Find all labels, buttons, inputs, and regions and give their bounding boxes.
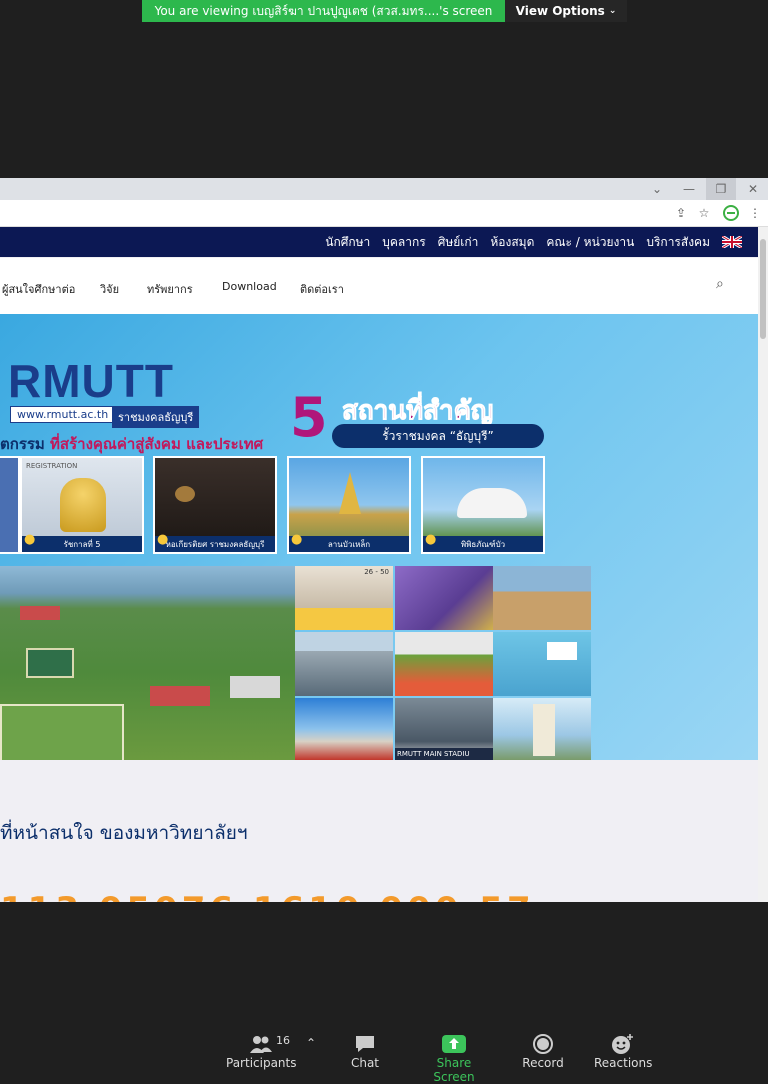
reactions-icon — [612, 1034, 633, 1054]
participants-icon — [250, 1036, 272, 1053]
tagline-highlight: ที่สร้างคุณค่าสู่สังคม และประเทศ — [50, 435, 264, 453]
emblem-image — [175, 486, 195, 502]
tile-caption: พิพิธภัณฑ์บัว — [423, 536, 543, 552]
view-options-button[interactable]: View Options ⌄ — [505, 0, 627, 22]
pool-area — [26, 648, 74, 678]
top-link-library[interactable]: ห้องสมุด — [490, 233, 534, 252]
participants-count: 16 — [276, 1034, 290, 1047]
chevron-up-icon[interactable]: ⌃ — [300, 1036, 322, 1050]
collage-photo-students: 26 - 50 — [295, 566, 393, 630]
aerial-campus-photo — [0, 566, 295, 760]
stadium-label: RMUTT MAIN STADIU — [395, 748, 493, 760]
pagoda-image — [339, 472, 361, 514]
participants-label: Participants — [226, 1056, 297, 1070]
building-roof — [20, 606, 60, 620]
collage-photo-garden — [395, 632, 493, 696]
scrollbar-thumb[interactable] — [760, 239, 766, 339]
site-top-nav: นักศึกษา บุคลากร ศิษย์เก่า ห้องสมุด คณะ … — [0, 227, 758, 257]
chat-button[interactable]: Chat — [345, 1032, 385, 1070]
nav-download[interactable]: Download — [222, 280, 277, 293]
museum-image — [457, 488, 527, 518]
top-link-services[interactable]: บริการสังคม — [646, 233, 710, 252]
hero-banner: RMUTT www.rmutt.ac.th ราชมงคลธัญบุรี ตกร… — [0, 314, 758, 760]
place-tile-king-rama5[interactable]: REGISTRATION รัชกาลที่ 5 — [20, 456, 144, 554]
top-link-alumni[interactable]: ศิษย์เก่า — [438, 233, 479, 252]
record-button[interactable]: Record — [520, 1032, 566, 1070]
section-heading: ที่หน้าสนใจ ของมหาวิทยาลัยฯ — [0, 822, 248, 844]
site-url-text: www.rmutt.ac.th — [10, 406, 116, 423]
collage-number-text: 26 - 50 — [364, 568, 389, 576]
chevron-down-icon: ⌄ — [608, 6, 617, 16]
view-options-label: View Options — [515, 4, 605, 18]
record-icon — [533, 1034, 553, 1054]
nav-contact[interactable]: ติดต่อเรา — [300, 280, 344, 298]
reactions-button[interactable]: Reactions — [594, 1032, 652, 1070]
collage-photo-building — [295, 632, 393, 696]
browser-title-bar: ⌄ — ❐ ✕ — [0, 178, 768, 200]
tile-registration-text: REGISTRATION — [26, 462, 78, 470]
chat-icon — [356, 1036, 374, 1052]
orange-stats-text: 113 05076 1610 000.57 — [0, 890, 535, 902]
collage-photo-classroom — [493, 566, 591, 630]
sports-field — [0, 704, 124, 760]
whiteboard — [547, 642, 577, 660]
collage-photo-tower — [493, 698, 591, 760]
site-main-nav: ผู้สนใจศึกษาต่อ วิจัย ทรัพยากร Download … — [0, 258, 758, 314]
building-block — [230, 676, 280, 698]
search-icon[interactable]: ⌕ — [716, 276, 724, 292]
page-scrollbar[interactable] — [758, 227, 768, 902]
close-icon[interactable]: ✕ — [738, 178, 768, 200]
place-tile-lotus-museum[interactable]: พิพิธภัณฑ์บัว — [421, 456, 545, 554]
share-screen-label: Share Screen — [433, 1056, 475, 1084]
top-link-students[interactable]: นักศึกษา — [325, 233, 370, 252]
collage-photo-stadium: RMUTT MAIN STADIU — [395, 698, 493, 760]
nav-resources[interactable]: ทรัพยากร — [147, 280, 193, 298]
extension-icon[interactable] — [722, 204, 740, 222]
screen-share-banner: You are viewing เบญสิร์ฆา ปานปูญูเตช (สว… — [142, 0, 505, 22]
collage-photo-lab — [493, 632, 591, 696]
english-flag-icon[interactable] — [722, 236, 742, 248]
nav-research[interactable]: วิจัย — [100, 280, 119, 298]
record-label: Record — [522, 1056, 564, 1070]
collage-photo-gate — [295, 698, 393, 760]
tile-caption: รัชกาลที่ 5 — [22, 536, 142, 552]
participants-button[interactable]: 16 Participants — [226, 1032, 297, 1070]
tile-caption: หอเกียรติยศ ราชมงคลธัญบุรี — [155, 536, 275, 552]
nav-prospective-students[interactable]: ผู้สนใจศึกษาต่อ — [2, 280, 75, 298]
top-link-faculties[interactable]: คณะ / หน่วยงาน — [546, 233, 634, 252]
location-pin-icon: ● — [425, 532, 437, 547]
rmutt-logo-text: RMUTT — [8, 355, 174, 407]
yellow-strip — [295, 608, 393, 630]
zoom-meeting-toolbar: 16 Participants ⌃ Chat Share Screen Reco… — [0, 1024, 768, 1084]
place-tile-lotus-court[interactable]: ลานบัวเหล็ก — [287, 456, 411, 554]
tagline-prefix: ตกรรม — [0, 435, 51, 453]
location-pin-icon: ● — [24, 532, 36, 547]
minimize-icon[interactable]: — — [674, 178, 704, 200]
share-screen-button[interactable]: Share Screen — [416, 1032, 492, 1084]
tile-caption: ลานบัวเหล็ก — [289, 536, 409, 552]
chat-label: Chat — [350, 1056, 380, 1070]
collage-photo-weaving — [395, 566, 493, 630]
five-number: 5 — [290, 386, 328, 449]
building-roof — [150, 686, 210, 706]
bookmark-star-icon[interactable]: ☆ — [695, 204, 713, 222]
restore-icon[interactable]: ❐ — [706, 178, 736, 200]
top-link-staff[interactable]: บุคลากร — [382, 233, 425, 252]
places-subtitle: รั้วราชมงคล “ธัญบุรี” — [332, 424, 544, 448]
browser-menu-icon[interactable]: ⋮ — [746, 204, 764, 222]
statue-image — [60, 478, 106, 532]
location-pin-icon: ● — [291, 532, 303, 547]
share-screen-icon — [442, 1035, 466, 1053]
address-bar[interactable]: ⇪ ☆ ⋮ — [0, 200, 768, 227]
place-tile-partial — [0, 456, 20, 554]
place-tile-hall-of-fame[interactable]: หอเกียรติยศ ราชมงคลธัญบุรี — [153, 456, 277, 554]
univ-name-text: ราชมงคลธัญบุรี — [112, 406, 200, 428]
hero-tagline: ตกรรม ที่สร้างคุณค่าสู่สังคม และประเทศ — [0, 432, 263, 456]
shared-browser-window: ⌄ — ❐ ✕ ⇪ ☆ ⋮ นักศึกษา บุคลากร ศิษย์เก่า… — [0, 178, 768, 902]
location-pin-icon: ● — [157, 532, 169, 547]
tab-search-icon[interactable]: ⌄ — [642, 178, 672, 200]
tower-building — [533, 704, 555, 756]
share-icon[interactable]: ⇪ — [672, 204, 690, 222]
reactions-label: Reactions — [594, 1056, 653, 1070]
